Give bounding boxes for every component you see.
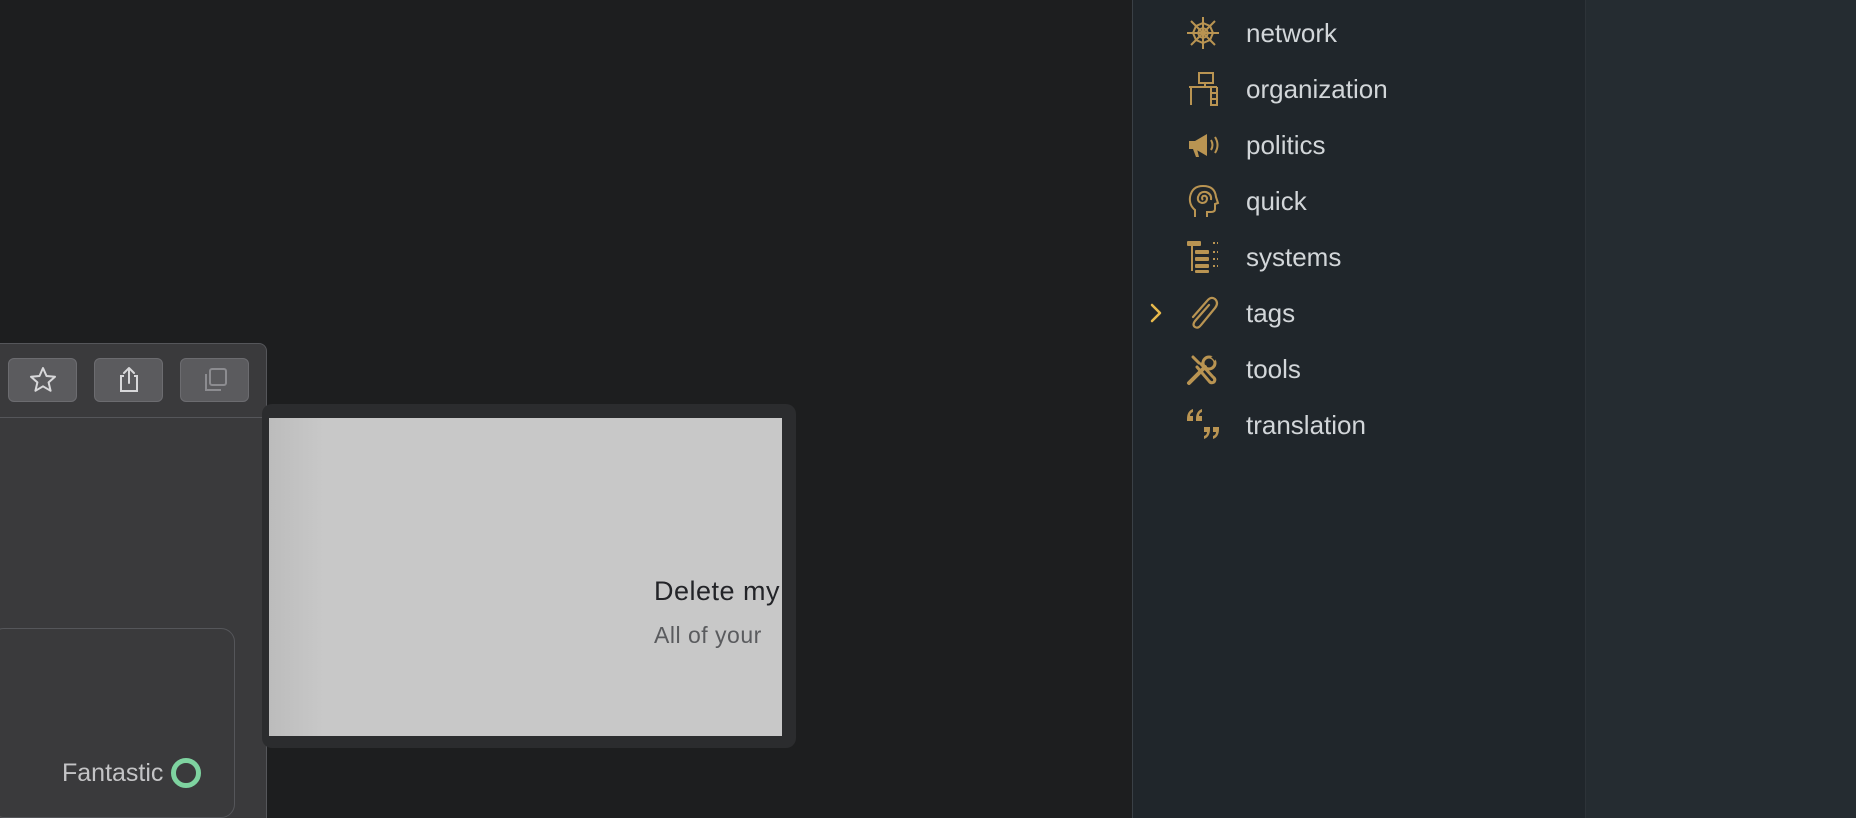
share-icon xyxy=(119,367,138,392)
sidebar-item-politics[interactable]: politics xyxy=(1133,120,1585,170)
head-spiral-icon xyxy=(1188,184,1220,217)
sidebar-item-organization[interactable]: organization xyxy=(1133,64,1585,114)
panel-toolbar xyxy=(0,344,266,418)
sidebar: network organization politics quick syst… xyxy=(1132,0,1586,818)
spider-web-icon xyxy=(1187,17,1219,49)
status-card[interactable] xyxy=(0,628,235,818)
editor-area xyxy=(1586,0,1856,818)
sidebar-item-systems[interactable]: systems xyxy=(1133,232,1585,282)
wrench-screwdriver-icon xyxy=(1187,355,1217,385)
sidebar-item-label: network xyxy=(1246,18,1338,48)
sidebar-item-label: tags xyxy=(1246,298,1296,328)
status-indicator: Fantastic xyxy=(62,758,202,788)
duplicate-button[interactable] xyxy=(180,358,249,402)
favorite-button[interactable] xyxy=(8,358,77,402)
delete-dialog: Delete my All of your xyxy=(269,418,782,736)
copy-icon xyxy=(204,368,227,391)
megaphone-icon xyxy=(1189,134,1219,157)
status-label: Fantastic xyxy=(62,758,164,787)
sidebar-item-label: translation xyxy=(1246,410,1366,440)
quote-icon xyxy=(1187,409,1219,439)
desk-icon xyxy=(1189,72,1218,106)
dialog-subtitle: All of your xyxy=(654,622,762,648)
sidebar-item-network[interactable]: network xyxy=(1133,8,1585,58)
sidebar-item-label: organization xyxy=(1246,74,1388,104)
share-button[interactable] xyxy=(94,358,163,402)
sidebar-item-tools[interactable]: tools xyxy=(1133,344,1585,394)
paperclip-icon xyxy=(1191,296,1219,329)
sidebar-item-label: systems xyxy=(1246,242,1342,272)
status-ring-icon xyxy=(171,758,202,788)
notes-panel: Fantastic xyxy=(0,343,267,818)
sidebar-item-quick[interactable]: quick xyxy=(1133,176,1585,226)
dialog-title: Delete my xyxy=(654,576,781,606)
sidebar-item-label: tools xyxy=(1246,354,1301,384)
star-icon xyxy=(29,367,56,392)
chevron-right-icon[interactable] xyxy=(1146,301,1166,325)
tree-hierarchy-icon xyxy=(1187,241,1218,273)
sidebar-item-tags[interactable]: tags xyxy=(1133,288,1585,338)
sidebar-item-label: politics xyxy=(1246,130,1326,160)
sidebar-item-label: quick xyxy=(1246,186,1307,216)
sidebar-item-translation[interactable]: translation xyxy=(1133,400,1585,450)
